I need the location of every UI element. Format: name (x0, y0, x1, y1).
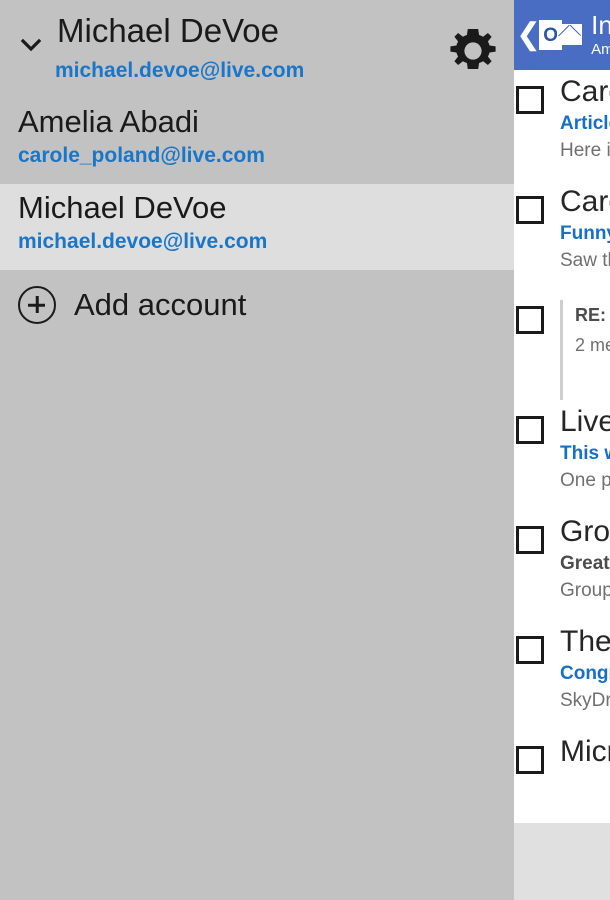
message-select-checkbox[interactable] (516, 196, 544, 224)
add-account-label: Add account (74, 286, 246, 324)
message-content: The SkyDrive Team Congratulations SkyDri… (560, 620, 610, 730)
chevron-down-icon[interactable] (18, 32, 44, 58)
message-subject: This week on OneDrive (560, 440, 610, 467)
message-preview: One place for everything (560, 467, 610, 494)
outlook-logo-letter: O (543, 26, 558, 45)
message-subject: Congratulations (560, 660, 610, 687)
account-name: Michael DeVoe (18, 184, 514, 228)
message-sender: Carole Poland (560, 184, 610, 220)
message-select-checkbox[interactable] (516, 746, 544, 774)
app-root: ❮ O Inbox Amelia Abadi Carole Poland Art… (0, 0, 610, 900)
message-sender: Microsoft (560, 734, 610, 770)
account-email: carole_poland@live.com (18, 142, 514, 170)
mail-header-text: Inbox Amelia Abadi (591, 12, 610, 57)
message-preview: SkyDrive is now OneDrive (560, 687, 610, 714)
message-select-checkbox[interactable] (516, 86, 544, 114)
message-sender: Live Team (560, 404, 610, 440)
message-select-checkbox[interactable] (516, 416, 544, 444)
message-select-checkbox[interactable] (516, 526, 544, 554)
message-sender: Groups (560, 514, 610, 550)
current-account-email: michael.devoe@live.com (55, 58, 304, 84)
mail-header-title: Inbox (591, 12, 610, 39)
message-preview: Saw this and thought of you (560, 247, 610, 274)
message-select-checkbox[interactable] (516, 306, 544, 334)
current-account-name: Michael DeVoe (57, 12, 279, 50)
gear-icon[interactable] (448, 26, 498, 76)
message-content: Live Team This week on OneDrive One plac… (560, 400, 610, 510)
message-content-threaded: RE: Project update 2 messages (560, 300, 610, 400)
message-sender: Carole Poland (560, 74, 610, 110)
message-select-checkbox[interactable] (516, 636, 544, 664)
message-preview: 2 messages (575, 330, 610, 360)
message-preview: Here is an article I thought (560, 137, 610, 164)
account-switcher-flyout[interactable]: Michael DeVoe michael.devoe@live.com Ame… (0, 0, 514, 900)
account-flyout-header[interactable]: Michael DeVoe michael.devoe@live.com (0, 0, 514, 98)
mail-header-subtitle: Amelia Abadi (591, 42, 610, 58)
add-account-button[interactable]: Add account (0, 270, 514, 340)
message-subject: RE: Project update (575, 300, 610, 330)
plus-circle-icon (18, 286, 56, 324)
message-content: Carole Poland Article you might like Her… (560, 70, 610, 180)
message-subject: Funny picture (560, 220, 610, 247)
account-name: Amelia Abadi (18, 98, 514, 142)
message-content: Groups Great news Groups are now availab… (560, 510, 610, 620)
message-sender: The SkyDrive Team (560, 624, 610, 660)
message-subject: Article you might like (560, 110, 610, 137)
outlook-logo-envelope (557, 24, 582, 45)
account-email: michael.devoe@live.com (18, 228, 514, 256)
account-row-amelia-abadi[interactable]: Amelia Abadi carole_poland@live.com (0, 98, 514, 184)
message-content: Carole Poland Funny picture Saw this and… (560, 180, 610, 290)
chevron-left-icon[interactable]: ❮ (516, 20, 541, 50)
message-subject: Great news (560, 550, 610, 577)
outlook-logo-icon: O (539, 15, 583, 55)
account-row-michael-devoe[interactable]: Michael DeVoe michael.devoe@live.com (0, 184, 514, 270)
message-preview: Groups are now available (560, 577, 610, 604)
